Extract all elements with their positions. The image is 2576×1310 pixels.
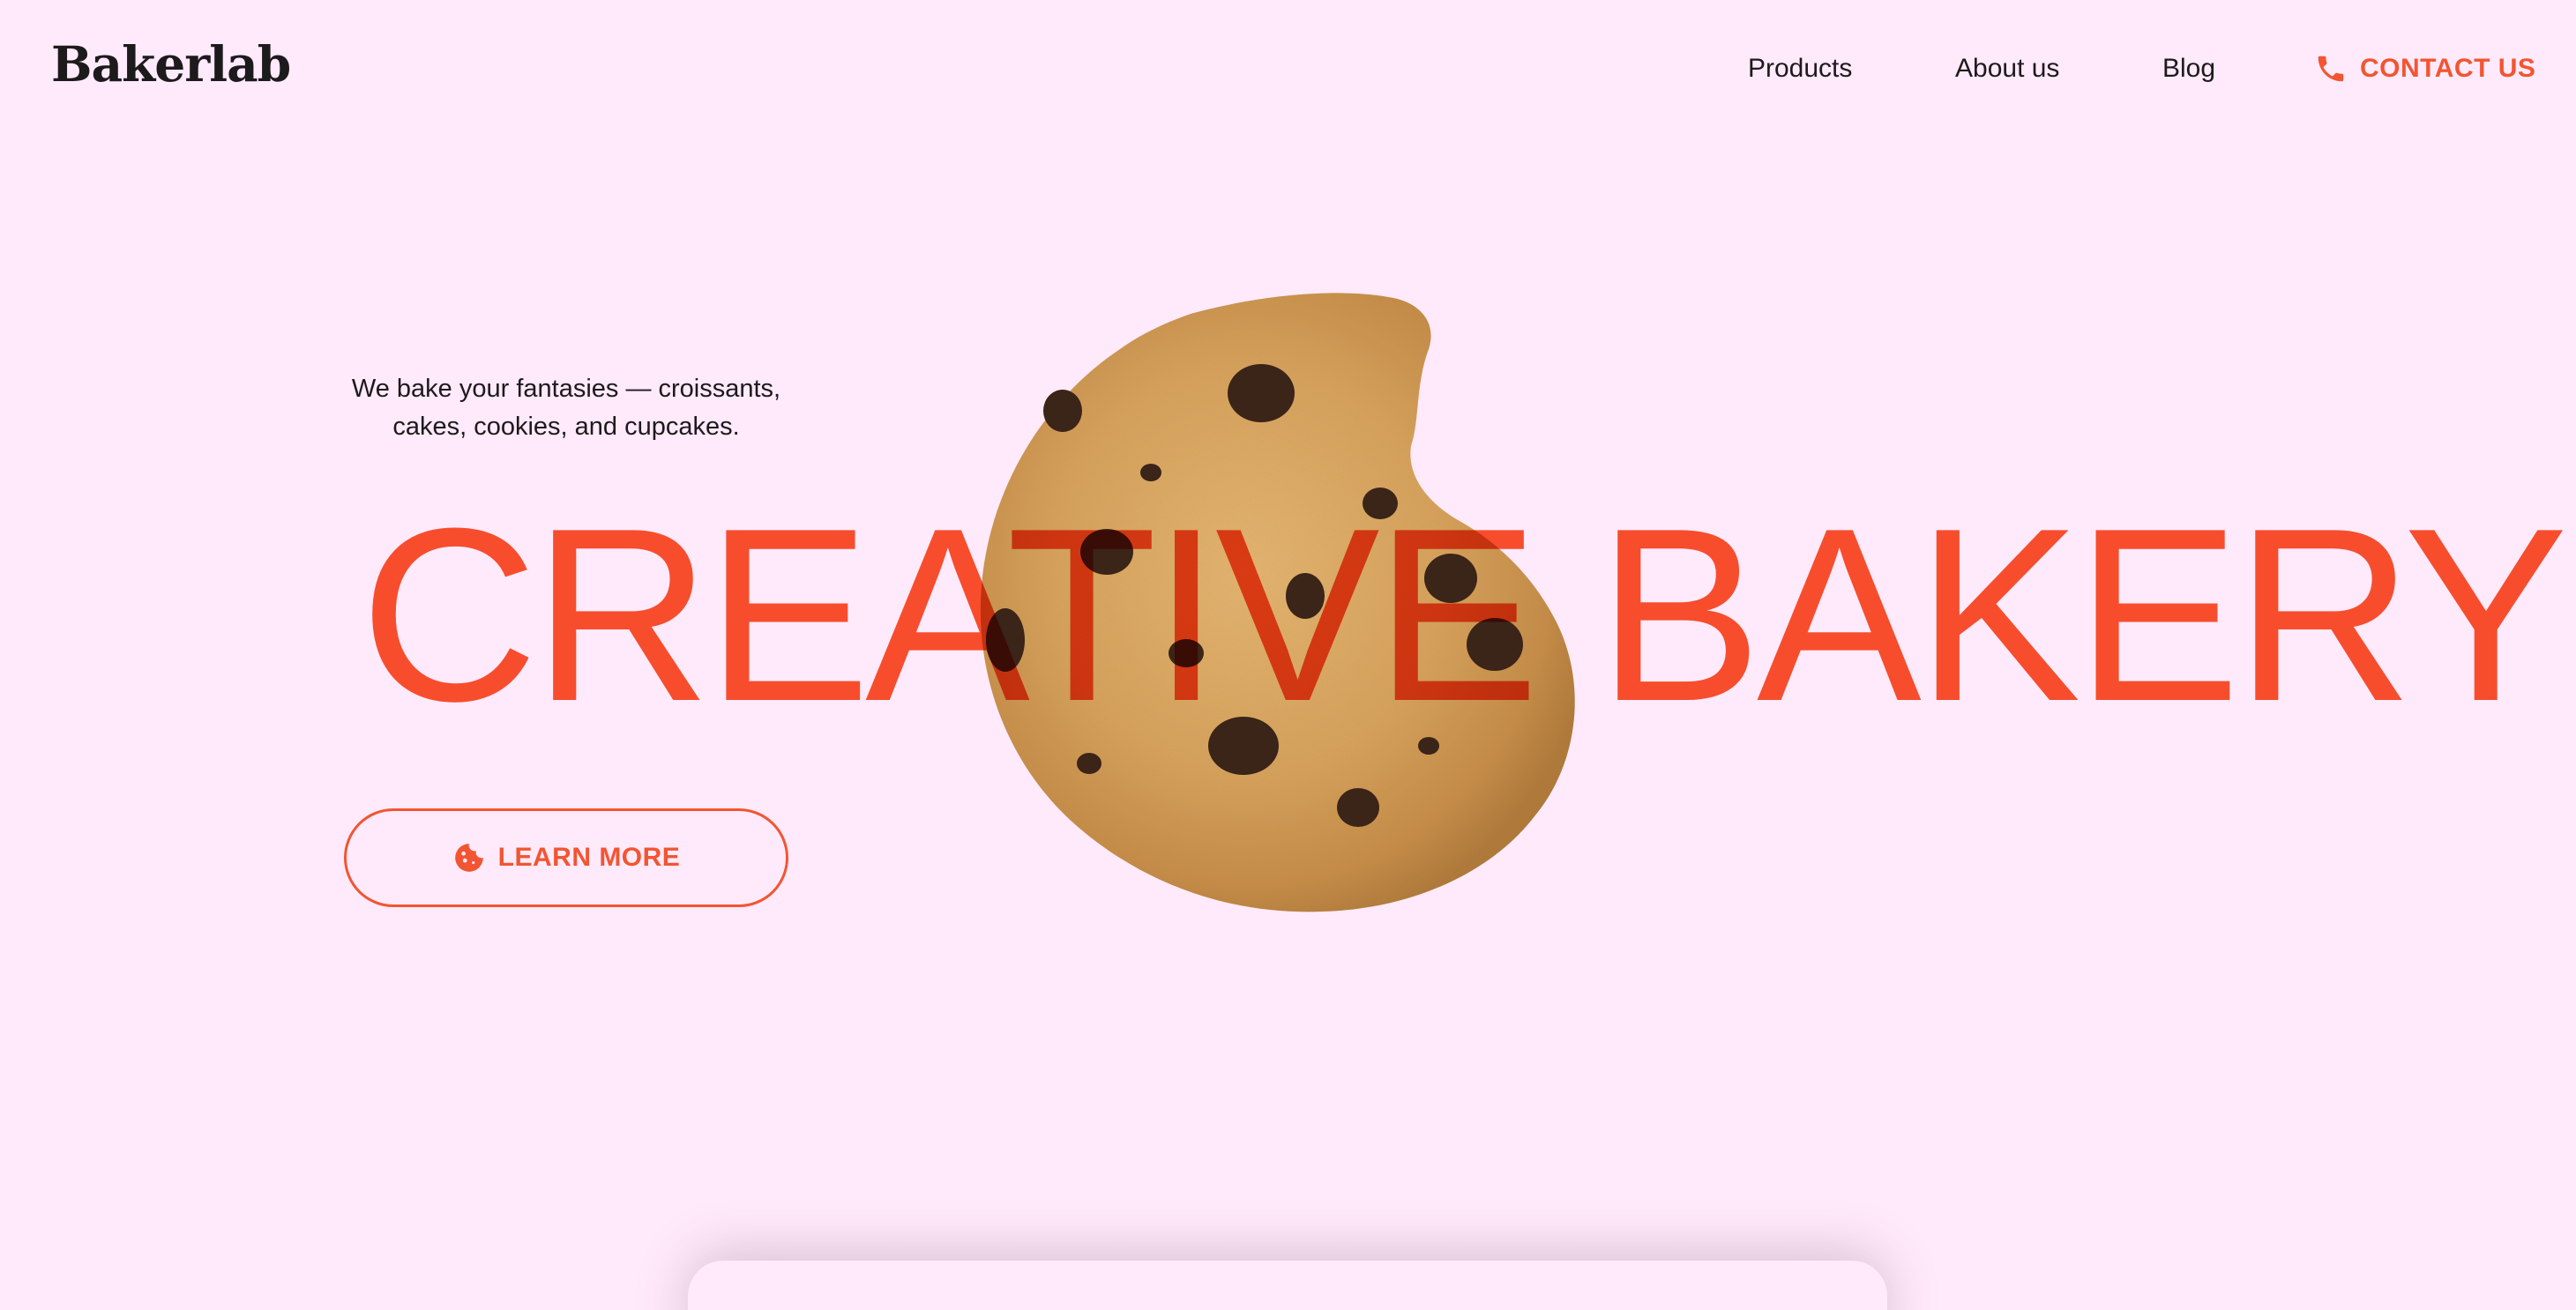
cookie-icon	[452, 841, 486, 875]
learn-more-button[interactable]: LEARN MORE	[344, 808, 788, 907]
nav-blog-link[interactable]: Blog	[2162, 49, 2215, 88]
brand-logo[interactable]: Bakerlab	[51, 33, 291, 95]
contact-us-label: CONTACT US	[2360, 54, 2536, 83]
site-header: Bakerlab Products About us Blog CONTACT …	[0, 0, 2576, 138]
hero-tagline-line-2: cakes, cookies, and cupcakes.	[392, 413, 740, 441]
hero-tagline: We bake your fantasies — croissants, cak…	[328, 370, 804, 446]
learn-more-label: LEARN MORE	[497, 843, 681, 872]
contact-us-button[interactable]: CONTACT US	[2314, 46, 2535, 92]
phone-icon	[2314, 52, 2348, 86]
nav-about-link[interactable]: About us	[1955, 49, 2059, 88]
nav-products-link[interactable]: Products	[1748, 49, 1852, 88]
hero-tagline-line-1: We bake your fantasies — croissants,	[351, 375, 781, 403]
next-section-card-edge	[688, 1261, 1887, 1310]
hero-headline: CREATIVE BAKERY	[360, 478, 2568, 753]
